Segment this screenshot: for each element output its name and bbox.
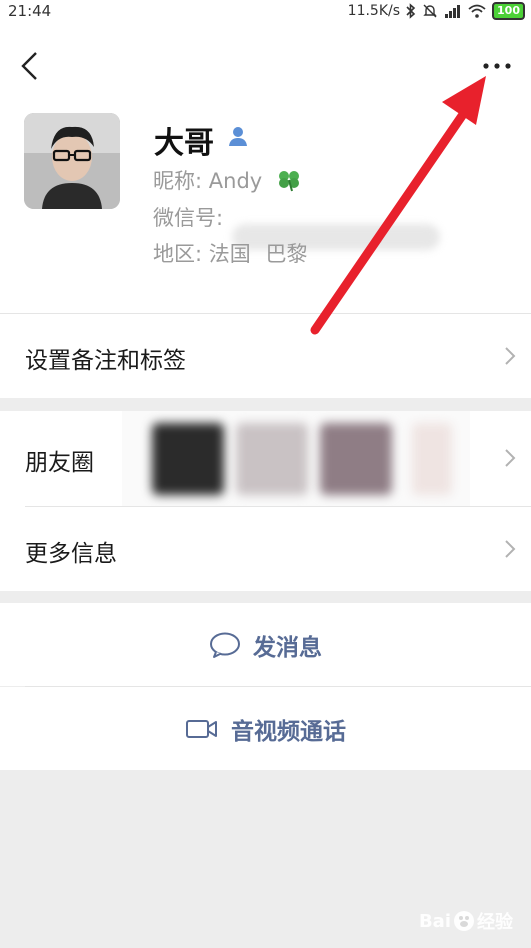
status-time: 21:44 <box>8 2 52 20</box>
moments-thumbnail <box>152 423 224 495</box>
contact-name: 大哥 <box>154 126 214 161</box>
send-message-button[interactable]: 发消息 <box>0 603 531 686</box>
region-row: 地区: 法国 巴黎 <box>153 238 307 268</box>
mute-bell-icon <box>423 4 437 18</box>
wifi-icon <box>468 4 486 18</box>
moments-thumbnail <box>236 423 308 495</box>
signal-icon <box>445 5 461 18</box>
avatar[interactable] <box>24 113 120 209</box>
region-label: 地区: <box>153 242 203 266</box>
watermark-suffix: 经验 <box>477 912 513 933</box>
divider <box>25 506 531 507</box>
set-remark-tags-row[interactable]: 设置备注和标签 <box>0 314 531 398</box>
voice-video-call-label: 音视频通话 <box>231 718 346 745</box>
status-indicators: 11.5K/s 100 <box>348 2 525 20</box>
moments-thumbnails <box>122 411 470 506</box>
nickname-row: 昵称: Andy <box>153 165 303 195</box>
more-info-label: 更多信息 <box>25 541 117 567</box>
baidu-jingyan-watermark: Bai 经验 <box>419 908 513 934</box>
profile-header: 大哥 昵称: Andy 微信号: 地区: 法国 巴黎 <box>0 24 531 314</box>
moments-row[interactable]: 朋友圈 <box>0 411 531 506</box>
moments-thumbnail <box>412 423 452 495</box>
status-bar: 21:44 11.5K/s 100 <box>0 0 531 24</box>
network-speed: 11.5K/s <box>347 3 401 19</box>
clover-icon <box>278 171 299 192</box>
chevron-right-icon <box>505 449 516 467</box>
bluetooth-icon <box>406 3 416 19</box>
chat-bubble-icon <box>210 632 240 658</box>
nickname-label: 昵称: <box>153 169 203 193</box>
region-city: 巴黎 <box>265 242 308 266</box>
contact-person-icon <box>229 127 247 146</box>
wechat-id-row: 微信号: <box>153 202 223 232</box>
moments-thumbnail <box>320 423 392 495</box>
voice-video-call-button[interactable]: 音视频通话 <box>0 687 531 770</box>
video-camera-icon <box>186 719 217 738</box>
set-remark-tags-label: 设置备注和标签 <box>25 348 186 374</box>
watermark-text: Bai <box>418 910 451 932</box>
avatar-photo <box>24 113 120 209</box>
send-message-label: 发消息 <box>253 634 322 661</box>
paw-logo-icon <box>454 911 474 931</box>
region-country: 法国 <box>208 242 251 266</box>
chevron-right-icon <box>505 540 516 558</box>
battery-indicator: 100 <box>492 2 525 20</box>
chevron-right-icon <box>505 347 516 365</box>
more-info-row[interactable]: 更多信息 <box>0 506 531 591</box>
moments-label: 朋友圈 <box>25 450 94 476</box>
back-arrow-icon[interactable] <box>16 50 46 80</box>
wechat-id-label: 微信号: <box>153 206 224 230</box>
nickname-value: Andy <box>208 169 263 193</box>
more-options-icon[interactable] <box>480 54 514 78</box>
